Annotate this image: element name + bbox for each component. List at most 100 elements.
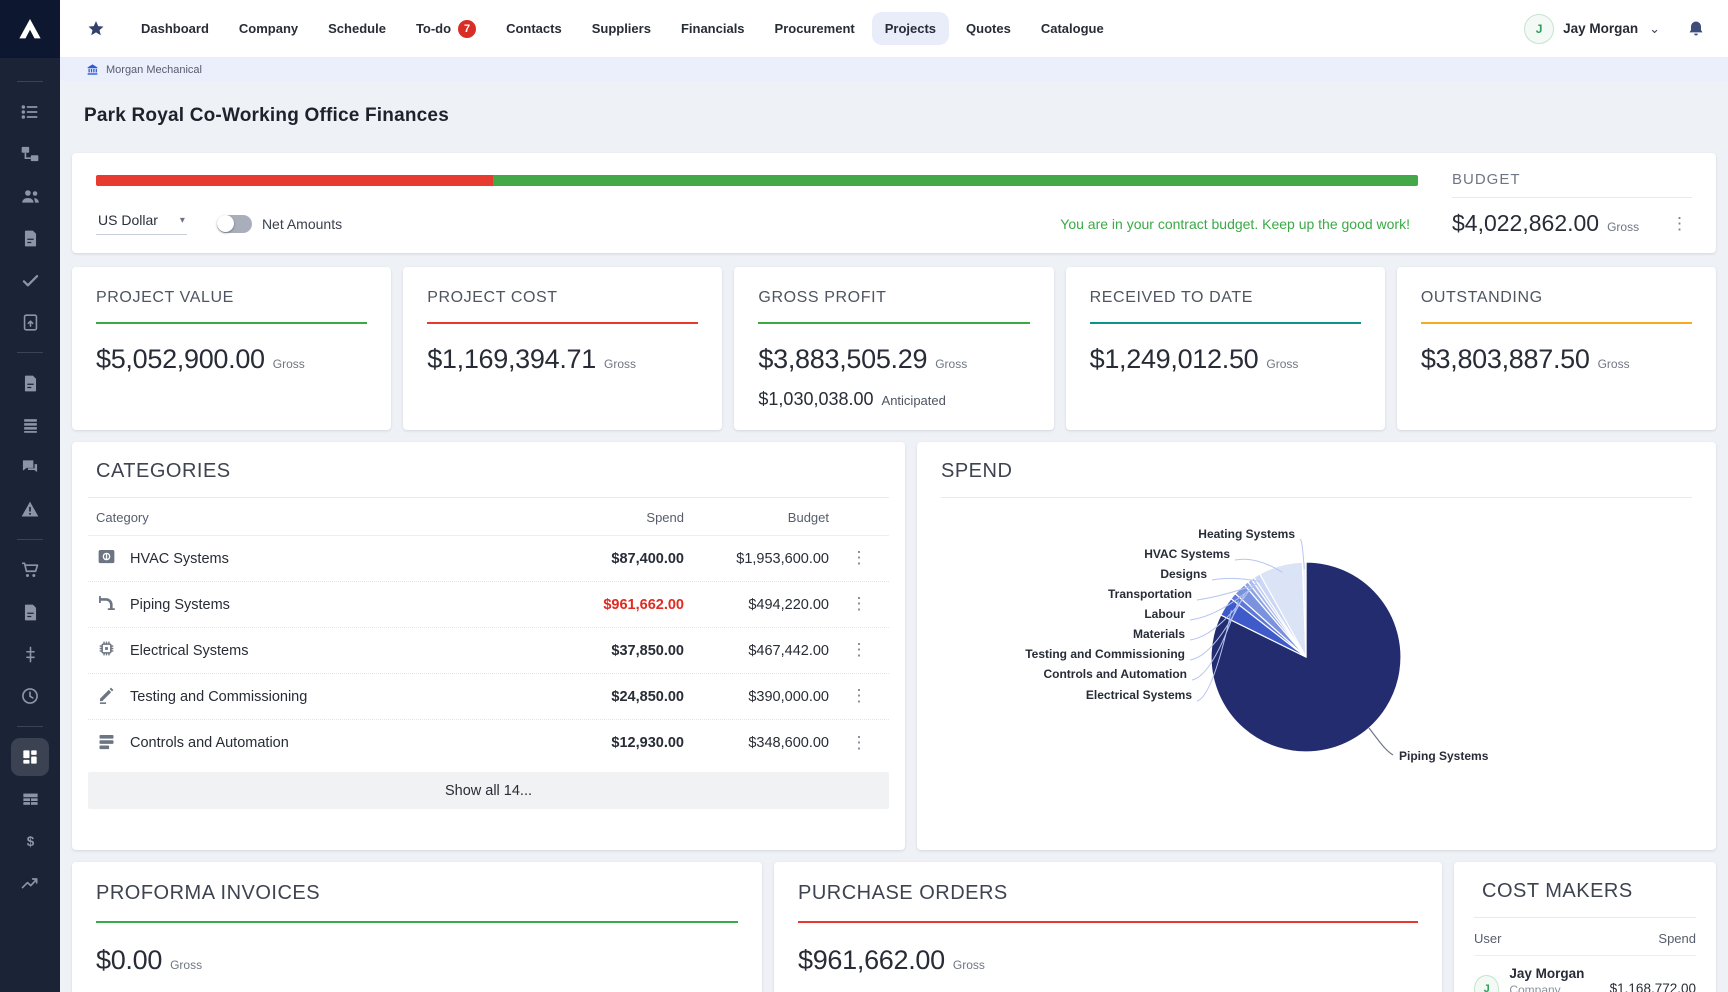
sidebar-item-cart[interactable]: [11, 551, 49, 589]
row-kebab-menu-icon[interactable]: ⋮: [847, 546, 872, 569]
purchase-orders-unit: Gross: [953, 958, 985, 972]
breadcrumb: Morgan Mechanical: [60, 58, 1728, 81]
sidebar-icon-menu: $: [11, 58, 49, 904]
row-kebab-menu-icon[interactable]: ⋮: [847, 684, 872, 707]
company-bank-icon: [86, 63, 99, 76]
sidebar-item-chat[interactable]: [11, 448, 49, 486]
app-logo[interactable]: [0, 0, 60, 58]
stat-value: $3,803,887.50: [1421, 344, 1590, 375]
stat-underline: [1090, 322, 1361, 324]
nav-item-to-do[interactable]: To-do7: [403, 11, 489, 47]
nav-item-label: To-do: [416, 21, 451, 36]
cost-makers-card: COST MAKERS User Spend J Jay Morgan Comp…: [1454, 862, 1716, 992]
favorite-star-icon[interactable]: [86, 19, 106, 39]
proforma-invoices-card: PROFORMA INVOICES $0.00 Gross: [72, 862, 762, 992]
spend-title: SPEND: [941, 460, 1692, 483]
spend-card: SPEND Heating SystemsHVAC SystemsDesigns…: [917, 442, 1716, 850]
proforma-unit: Gross: [170, 958, 202, 972]
column-category: Category: [88, 510, 534, 525]
sidebar-item-file-upload[interactable]: [11, 303, 49, 341]
sidebar-item-sliders[interactable]: [11, 635, 49, 673]
purchase-orders-value: $961,662.00: [798, 945, 945, 976]
stat-underline: [1421, 322, 1692, 324]
category-budget: $390,000.00: [684, 689, 829, 705]
category-row-hvac-systems[interactable]: HVAC Systems $87,400.00 $1,953,600.00 ⋮: [88, 536, 889, 582]
chevron-down-icon: ⌄: [1649, 21, 1660, 37]
currency-value: US Dollar: [98, 212, 158, 228]
sidebar-item-table[interactable]: [11, 780, 49, 818]
category-budget: $494,220.00: [684, 597, 829, 613]
budget-bar-spent: [96, 175, 493, 186]
category-budget: $467,442.00: [684, 643, 829, 659]
nav-item-company[interactable]: Company: [226, 12, 311, 45]
rows-icon: [21, 416, 40, 435]
dashboard-grid-icon: [20, 747, 40, 767]
file-upload-icon: [21, 313, 40, 332]
pie-label-designs: Designs: [1160, 567, 1207, 581]
nav-item-procurement[interactable]: Procurement: [762, 12, 868, 45]
category-row-controls-and-automation[interactable]: Controls and Automation $12,930.00 $348,…: [88, 720, 889, 766]
document-icon: [21, 229, 40, 248]
currency-select[interactable]: US Dollar ▾: [96, 212, 187, 235]
sidebar-item-warning[interactable]: [11, 490, 49, 528]
nav-item-projects[interactable]: Projects: [872, 12, 949, 45]
category-row-testing-and-commissioning[interactable]: Testing and Commissioning $24,850.00 $39…: [88, 674, 889, 720]
sidebar-item-dollar[interactable]: $: [11, 822, 49, 860]
category-row-piping-systems[interactable]: Piping Systems $961,662.00 $494,220.00 ⋮: [88, 582, 889, 628]
nav-item-quotes[interactable]: Quotes: [953, 12, 1024, 45]
stat-label: RECEIVED TO DATE: [1090, 289, 1361, 307]
categories-table: Category Spend Budget HVAC Systems $87,4…: [88, 500, 889, 809]
sidebar-item-users[interactable]: [11, 177, 49, 215]
spend-pie-chart[interactable]: Heating SystemsHVAC SystemsDesignsTransp…: [941, 504, 1692, 836]
breadcrumb-company[interactable]: Morgan Mechanical: [106, 64, 202, 76]
nav-item-contacts[interactable]: Contacts: [493, 12, 575, 45]
category-row-electrical-systems[interactable]: Electrical Systems $37,850.00 $467,442.0…: [88, 628, 889, 674]
cost-maker-row[interactable]: J Jay Morgan Company Director $1,168,772…: [1474, 956, 1696, 992]
toggle-knob: [217, 215, 234, 232]
nav-item-catalogue[interactable]: Catalogue: [1028, 12, 1117, 45]
stat-unit: Gross: [1598, 357, 1630, 371]
nav-item-financials[interactable]: Financials: [668, 12, 758, 45]
sidebar-item-trend-up[interactable]: [11, 864, 49, 902]
sidebar-item-document[interactable]: [11, 593, 49, 631]
main-column: DashboardCompanyScheduleTo-do7ContactsSu…: [60, 0, 1728, 992]
net-amounts-toggle[interactable]: Net Amounts: [217, 215, 342, 233]
stat-unit: Gross: [604, 357, 636, 371]
dollar-icon: $: [21, 832, 40, 851]
user-menu[interactable]: J Jay Morgan ⌄: [1524, 14, 1660, 44]
stats-row: PROJECT VALUE $5,052,900.00 GrossPROJECT…: [72, 267, 1716, 430]
nav-item-label: Projects: [885, 21, 936, 36]
document-icon: [21, 603, 40, 622]
sliders-icon: [21, 645, 40, 664]
budget-kebab-menu-icon[interactable]: ⋮: [1667, 213, 1692, 234]
stat-card-gross-profit: GROSS PROFIT $3,883,505.29 Gross$1,030,0…: [734, 267, 1053, 430]
row-kebab-menu-icon[interactable]: ⋮: [847, 592, 872, 615]
table-icon: [21, 790, 40, 809]
sidebar-item-list[interactable]: [11, 93, 49, 131]
budget-value: $4,022,862.00: [1452, 210, 1599, 237]
budget-controls: US Dollar ▾ Net Amounts You are in your …: [96, 212, 1418, 235]
nav-item-schedule[interactable]: Schedule: [315, 12, 399, 45]
stat-label: PROJECT COST: [427, 289, 698, 307]
sidebar-item-rows[interactable]: [11, 406, 49, 444]
row-kebab-menu-icon[interactable]: ⋮: [847, 731, 872, 754]
archdesk-logo-icon: [15, 14, 45, 44]
show-all-button[interactable]: Show all 14...: [88, 772, 889, 809]
testing-icon: [96, 684, 117, 709]
sidebar-item-document[interactable]: [11, 219, 49, 257]
stat-value: $1,249,012.50: [1090, 344, 1259, 375]
top-navbar: DashboardCompanyScheduleTo-do7ContactsSu…: [60, 0, 1728, 58]
sidebar-item-dashboard-grid[interactable]: [11, 738, 49, 776]
sidebar-item-clock[interactable]: [11, 677, 49, 715]
nav-item-dashboard[interactable]: Dashboard: [128, 12, 222, 45]
warning-icon: [20, 499, 40, 519]
row-kebab-menu-icon[interactable]: ⋮: [847, 638, 872, 661]
sidebar-item-check[interactable]: [11, 261, 49, 299]
stat-unit: Gross: [1266, 357, 1298, 371]
budget-label: BUDGET: [1452, 171, 1692, 188]
sidebar-item-hierarchy[interactable]: [11, 135, 49, 173]
sidebar-item-document[interactable]: [11, 364, 49, 402]
nav-item-suppliers[interactable]: Suppliers: [579, 12, 664, 45]
notifications-bell-icon[interactable]: [1686, 19, 1706, 39]
budget-status-message: You are in your contract budget. Keep up…: [1060, 216, 1418, 232]
